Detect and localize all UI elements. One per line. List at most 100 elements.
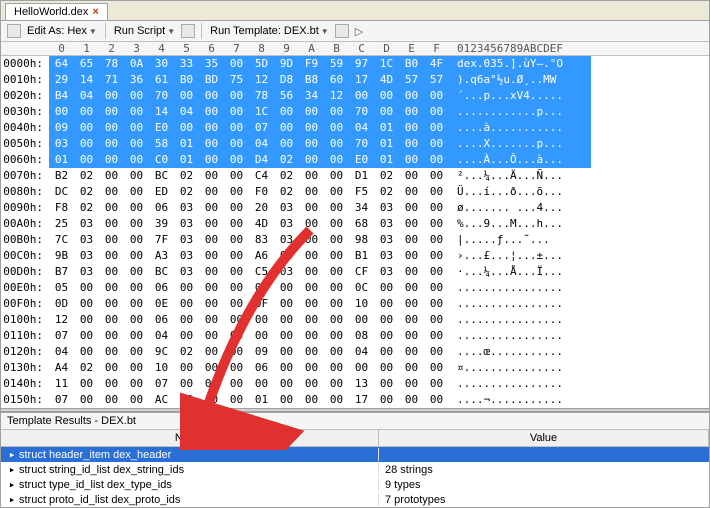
hex-byte[interactable]: 07 — [249, 120, 274, 136]
hex-byte[interactable]: 00 — [199, 248, 224, 264]
hex-byte[interactable]: BD — [199, 72, 224, 88]
hex-byte[interactable]: 02 — [174, 392, 199, 408]
hex-byte[interactable]: 00 — [324, 312, 349, 328]
hex-byte[interactable]: 00 — [374, 328, 399, 344]
hex-byte[interactable]: 02 — [274, 184, 299, 200]
hex-byte[interactable]: 00 — [274, 104, 299, 120]
hex-byte[interactable]: 06 — [149, 280, 174, 296]
hex-byte[interactable]: 00 — [274, 296, 299, 312]
hex-byte[interactable]: C5 — [249, 264, 274, 280]
hex-byte[interactable]: 00 — [374, 376, 399, 392]
hex-byte[interactable]: 01 — [374, 136, 399, 152]
hex-byte[interactable]: 78 — [249, 88, 274, 104]
hex-byte[interactable]: 00 — [424, 344, 449, 360]
hex-byte[interactable]: 00 — [124, 216, 149, 232]
hex-byte[interactable]: E0 — [149, 120, 174, 136]
hex-byte[interactable]: 75 — [224, 72, 249, 88]
hex-byte[interactable]: 00 — [424, 376, 449, 392]
hex-byte[interactable]: 00 — [374, 344, 399, 360]
expand-icon[interactable]: ▸ — [7, 478, 17, 491]
hex-byte[interactable]: 00 — [99, 104, 124, 120]
hex-byte[interactable]: 00 — [224, 200, 249, 216]
hex-byte[interactable]: 00 — [424, 264, 449, 280]
hex-byte[interactable]: 0E — [149, 296, 174, 312]
hex-byte[interactable]: D8 — [274, 72, 299, 88]
hex-byte[interactable]: AC — [149, 392, 174, 408]
hex-byte[interactable]: 00 — [99, 216, 124, 232]
hex-byte[interactable]: 00 — [199, 184, 224, 200]
hex-row[interactable]: 0100h:12000000060000000000000000000000..… — [1, 312, 709, 328]
hex-byte[interactable]: 64 — [49, 56, 74, 72]
hex-byte[interactable]: 03 — [174, 200, 199, 216]
hex-byte[interactable]: 00 — [174, 360, 199, 376]
hex-byte[interactable]: 00 — [324, 120, 349, 136]
hex-byte[interactable]: 00 — [224, 232, 249, 248]
hex-byte[interactable]: 00 — [49, 104, 74, 120]
hex-byte[interactable]: 00 — [224, 152, 249, 168]
hex-byte[interactable]: 00 — [424, 296, 449, 312]
hex-byte[interactable]: 07 — [49, 328, 74, 344]
hex-byte[interactable]: 02 — [374, 168, 399, 184]
hex-byte[interactable]: 14 — [74, 72, 99, 88]
run-script-dropdown[interactable]: Run Script ▼ — [112, 24, 177, 38]
hex-byte[interactable]: 06 — [149, 200, 174, 216]
toolbar-icon[interactable] — [7, 24, 21, 38]
hex-byte[interactable]: DC — [49, 184, 74, 200]
hex-byte[interactable]: 00 — [399, 232, 424, 248]
hex-byte[interactable]: 12 — [49, 312, 74, 328]
hex-byte[interactable]: 00 — [424, 232, 449, 248]
hex-byte[interactable]: 00 — [424, 200, 449, 216]
hex-row[interactable]: 0020h:B4040000700000007856341200000000´.… — [1, 88, 709, 104]
hex-byte[interactable]: 00 — [224, 56, 249, 72]
hex-byte[interactable]: 65 — [74, 56, 99, 72]
hex-byte[interactable]: 00 — [199, 376, 224, 392]
hex-byte[interactable]: 03 — [274, 232, 299, 248]
hex-row[interactable]: 00F0h:0D0000000E0000000F00000010000000..… — [1, 296, 709, 312]
hex-byte[interactable]: B1 — [349, 248, 374, 264]
hex-byte[interactable]: 00 — [399, 152, 424, 168]
hex-byte[interactable]: 00 — [299, 264, 324, 280]
hex-byte[interactable]: D4 — [249, 152, 274, 168]
hex-byte[interactable]: 02 — [174, 168, 199, 184]
hex-byte[interactable]: 00 — [99, 392, 124, 408]
hex-byte[interactable]: 00 — [99, 376, 124, 392]
hex-byte[interactable]: 03 — [174, 264, 199, 280]
hex-byte[interactable]: 00 — [424, 328, 449, 344]
hex-byte[interactable]: 98 — [349, 232, 374, 248]
hex-byte[interactable]: 00 — [124, 152, 149, 168]
hex-byte[interactable]: 00 — [199, 104, 224, 120]
run-template-dropdown[interactable]: Run Template: DEX.bt ▼ — [208, 24, 331, 38]
hex-byte[interactable]: 00 — [324, 248, 349, 264]
hex-byte[interactable]: 00 — [374, 296, 399, 312]
hex-byte[interactable]: 9C — [149, 344, 174, 360]
hex-byte[interactable]: 00 — [299, 184, 324, 200]
hex-byte[interactable]: 00 — [224, 328, 249, 344]
hex-byte[interactable]: 00 — [324, 264, 349, 280]
hex-byte[interactable]: 03 — [74, 264, 99, 280]
hex-byte[interactable]: C4 — [249, 168, 274, 184]
hex-byte[interactable]: 03 — [374, 232, 399, 248]
hex-byte[interactable]: 00 — [424, 120, 449, 136]
hex-byte[interactable]: A3 — [149, 248, 174, 264]
hex-byte[interactable]: 00 — [324, 296, 349, 312]
hex-byte[interactable]: 03 — [174, 232, 199, 248]
hex-byte[interactable]: 0D — [49, 296, 74, 312]
hex-byte[interactable]: 00 — [324, 200, 349, 216]
hex-byte[interactable]: 00 — [99, 296, 124, 312]
hex-byte[interactable]: 34 — [299, 88, 324, 104]
hex-byte[interactable]: 00 — [99, 88, 124, 104]
hex-byte[interactable]: 02 — [174, 344, 199, 360]
hex-byte[interactable]: 00 — [124, 248, 149, 264]
hex-byte[interactable]: 00 — [124, 296, 149, 312]
hex-byte[interactable]: 00 — [274, 376, 299, 392]
hex-byte[interactable]: 00 — [424, 392, 449, 408]
hex-byte[interactable]: 00 — [299, 216, 324, 232]
hex-byte[interactable]: 01 — [174, 136, 199, 152]
template-row[interactable]: ▸struct string_id_list dex_string_ids28 … — [1, 462, 709, 477]
hex-byte[interactable]: 00 — [424, 152, 449, 168]
hex-byte[interactable]: 02 — [274, 152, 299, 168]
hex-byte[interactable]: 00 — [399, 120, 424, 136]
template-row[interactable]: ▸struct header_item dex_header — [1, 447, 709, 462]
hex-byte[interactable]: 03 — [49, 136, 74, 152]
hex-byte[interactable]: 57 — [424, 72, 449, 88]
